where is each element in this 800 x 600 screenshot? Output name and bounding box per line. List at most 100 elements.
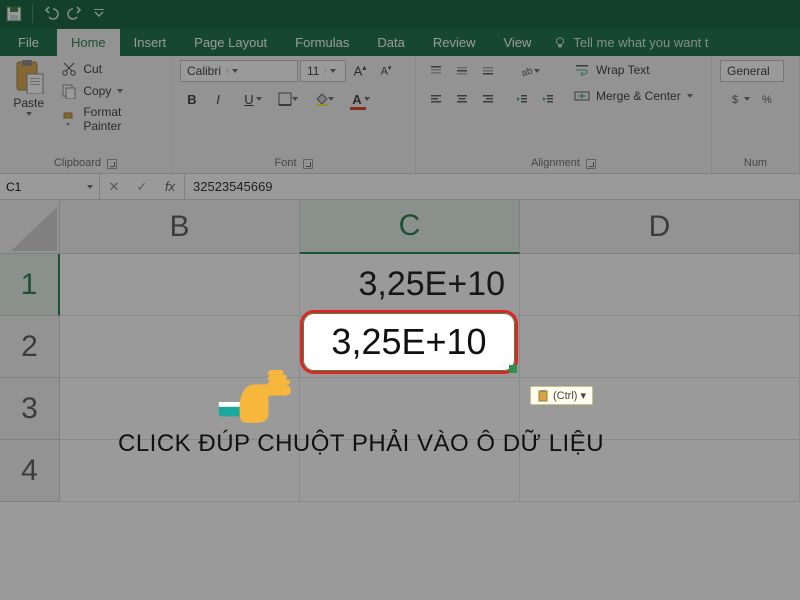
save-icon[interactable] [6,6,22,22]
formula-input[interactable]: 32523545669 [185,174,800,199]
decrease-indent-button[interactable] [510,88,534,110]
decrease-font-button[interactable]: A▾ [374,60,398,82]
align-bottom-icon [481,64,495,78]
font-size-combo[interactable]: 11 [300,60,346,82]
highlighted-cell-c1[interactable]: 3,25E+10 [300,310,518,374]
group-font: Calibri 11 A▴ A▾ B I U [172,56,416,173]
chevron-down-icon [687,94,693,98]
tab-view[interactable]: View [489,29,545,56]
fill-color-button[interactable] [304,88,338,110]
copy-label: Copy [83,84,111,98]
align-right-button[interactable] [476,88,500,110]
copy-button[interactable]: Copy [59,82,163,100]
undo-icon[interactable] [43,6,59,22]
tab-review[interactable]: Review [419,29,490,56]
enter-formula-button[interactable]: ✓ [128,179,156,195]
bold-label: B [187,92,196,107]
cell-d2[interactable] [520,316,800,378]
paste-label: Paste [13,96,44,110]
align-bottom-button[interactable] [476,60,500,82]
align-middle-button[interactable] [450,60,474,82]
underline-button[interactable]: U [232,88,266,110]
wrap-text-icon [574,62,590,78]
tab-home[interactable]: Home [57,29,120,56]
svg-text:$: $ [732,94,738,106]
svg-text:%: % [762,94,772,106]
paste-options-smarttag[interactable]: (Ctrl) ▾ [530,386,593,405]
column-header-b[interactable]: B [60,200,300,254]
name-box[interactable]: C1 [0,174,100,199]
align-left-button[interactable] [424,88,448,110]
qat-customize-icon[interactable] [91,6,107,22]
formula-bar: C1 ✕ ✓ fx 32523545669 [0,174,800,200]
font-color-icon: A [352,92,361,107]
align-top-icon [429,64,443,78]
align-top-button[interactable] [424,60,448,82]
cell-b1[interactable] [60,254,300,316]
redo-icon[interactable] [67,6,83,22]
align-center-button[interactable] [450,88,474,110]
fx-label: fx [165,179,175,194]
check-icon: ✓ [137,179,148,195]
number-format-value: General [721,64,776,78]
orientation-button[interactable]: ab [510,60,544,82]
ribbon-tabs: File Home Insert Page Layout Formulas Da… [0,28,800,56]
italic-button[interactable]: I [206,88,230,110]
font-name-combo[interactable]: Calibri [180,60,298,82]
border-button[interactable] [268,88,302,110]
tell-me-search[interactable]: Tell me what you want t [553,35,708,56]
paintbrush-icon [61,111,77,127]
tab-formulas[interactable]: Formulas [281,29,363,56]
wrap-text-label: Wrap Text [596,63,650,77]
font-size-value: 11 [301,64,325,78]
tab-file[interactable]: File [0,29,57,56]
dialog-launcher-icon[interactable] [586,159,596,169]
cut-button[interactable]: Cut [59,60,163,78]
percent-icon: % [761,92,775,106]
align-middle-icon [455,64,469,78]
accounting-format-button[interactable]: $ [720,88,754,110]
tab-page-layout[interactable]: Page Layout [180,29,281,56]
align-left-icon [429,92,443,106]
ribbon: Paste Cut Copy Format Painter [0,56,800,174]
row-header-4[interactable]: 4 [0,440,60,502]
paste-button[interactable]: Paste [8,60,49,116]
chevron-down-icon [117,89,123,93]
increase-font-button[interactable]: A▴ [348,60,372,82]
increase-indent-button[interactable] [536,88,560,110]
dialog-launcher-icon[interactable] [107,159,117,169]
insert-function-button[interactable]: fx [156,179,184,194]
font-color-button[interactable]: A [340,88,374,110]
group-clipboard: Paste Cut Copy Format Painter [0,56,172,173]
number-format-combo[interactable]: General [720,60,784,82]
merge-center-button[interactable]: Merge & Center [570,86,697,106]
column-header-d[interactable]: D [520,200,800,254]
svg-text:ab: ab [520,65,534,78]
cancel-formula-button[interactable]: ✕ [100,179,128,195]
row-header-3[interactable]: 3 [0,378,60,440]
merge-icon [574,88,590,104]
cell-d1[interactable] [520,254,800,316]
percent-format-button[interactable]: % [756,88,780,110]
column-header-c[interactable]: C [300,200,520,254]
cells-area[interactable]: 3,25E+10 [60,254,800,600]
format-painter-label: Format Painter [83,105,161,133]
chevron-down-icon [26,112,32,116]
tab-data[interactable]: Data [363,29,418,56]
row-header-2[interactable]: 2 [0,316,60,378]
clipboard-icon [537,390,549,402]
chevron-down-icon [330,69,336,73]
pointer-hand-icon [214,346,294,426]
group-alignment: ab Wrap Text Merge & Cen [416,56,712,173]
row-header-1[interactable]: 1 [0,254,60,316]
wrap-text-button[interactable]: Wrap Text [570,60,697,80]
worksheet-grid[interactable]: B C D 1 2 3 4 3,25E+10 [0,200,800,600]
bold-button[interactable]: B [180,88,204,110]
dialog-launcher-icon[interactable] [303,159,313,169]
tab-insert[interactable]: Insert [120,29,181,56]
cell-c1[interactable]: 3,25E+10 [300,254,520,316]
highlighted-cell-value: 3,25E+10 [331,321,486,363]
select-all-corner[interactable] [0,200,60,254]
tutorial-caption: CLICK ĐÚP CHUỘT PHẢI VÀO Ô DỮ LIỆU [114,428,608,460]
format-painter-button[interactable]: Format Painter [59,104,163,134]
